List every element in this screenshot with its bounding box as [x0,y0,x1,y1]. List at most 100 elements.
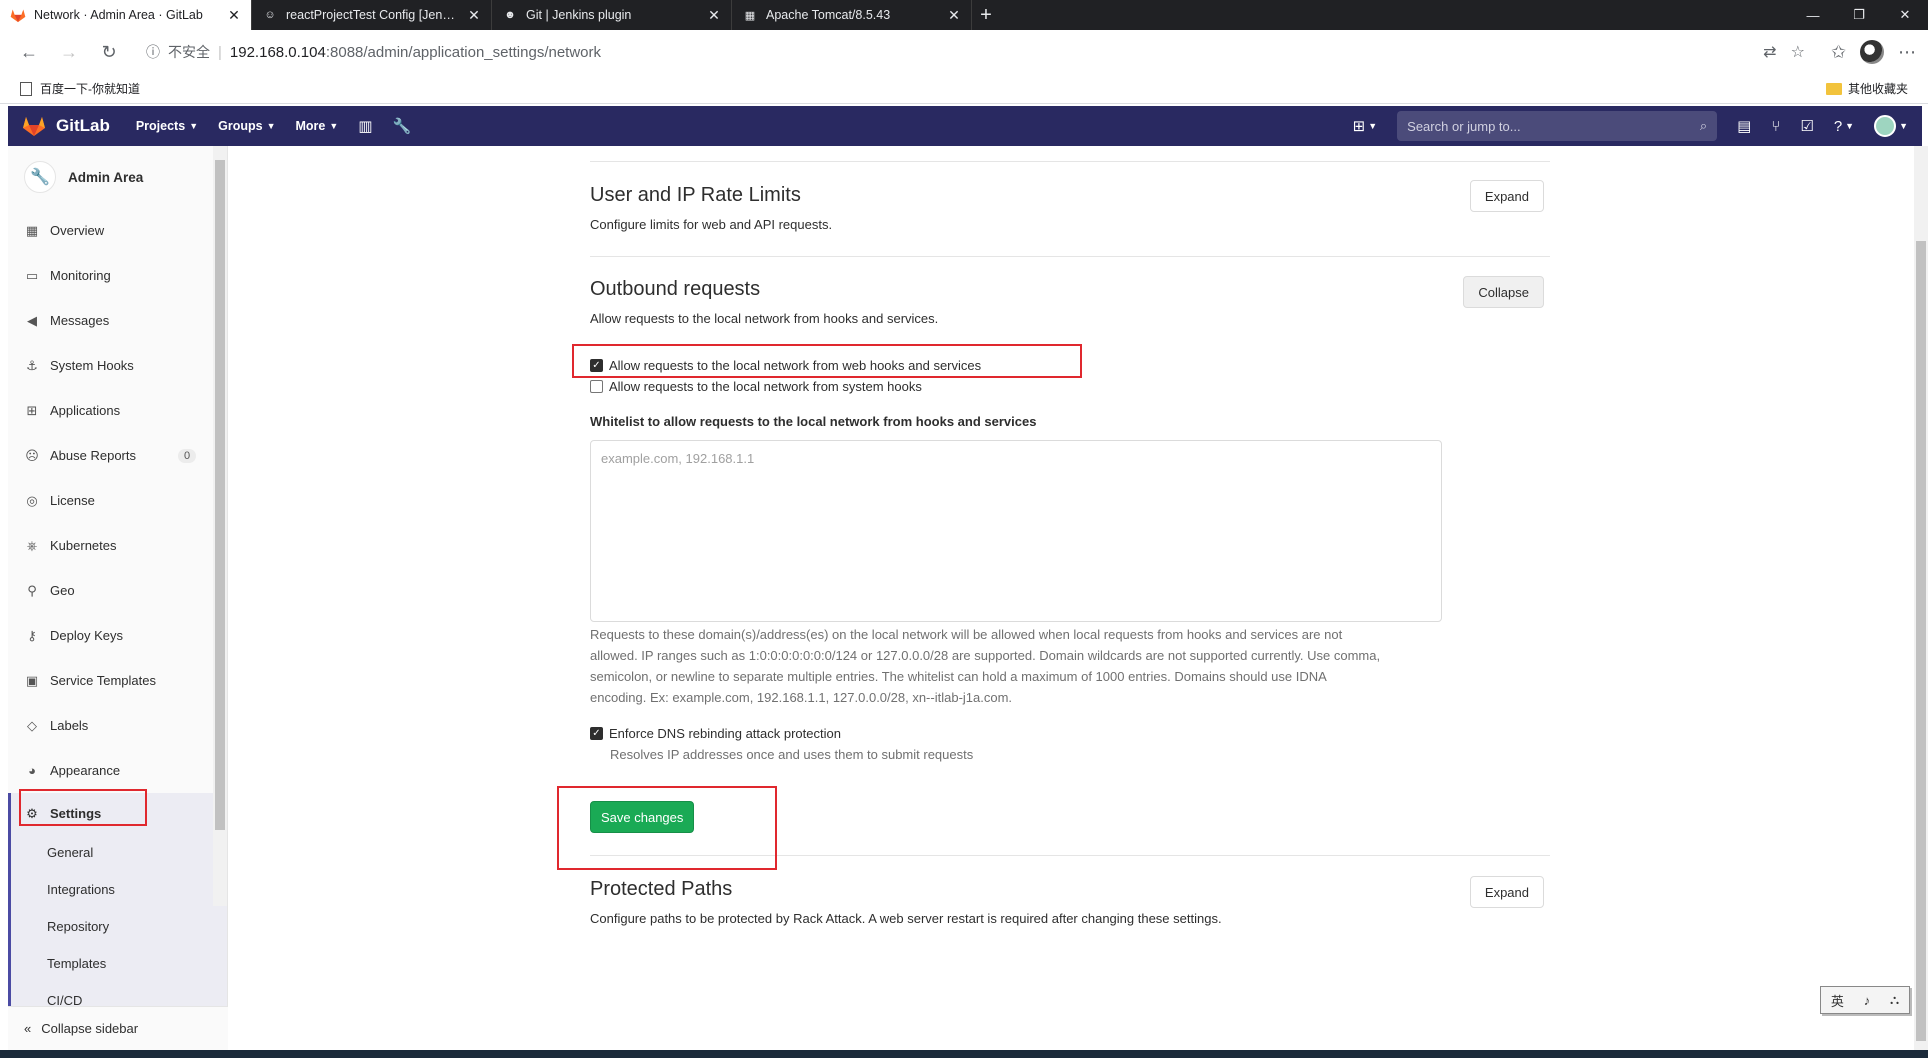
star-icon[interactable]: ☆ [1791,42,1805,62]
minimize-icon[interactable]: — [1790,0,1836,30]
collapse-sidebar-button[interactable]: « Collapse sidebar [8,1006,228,1050]
main-content: User and IP Rate Limits Configure limits… [228,146,1908,1050]
scrollbar-thumb[interactable] [1916,241,1926,1041]
collapse-button[interactable]: Collapse [1463,276,1544,308]
apps-icon: ⊞ [26,402,38,418]
ime-moon-icon[interactable]: ♪ [1864,993,1871,1008]
sidebar-item-messages[interactable]: ◀ Messages [8,298,227,343]
merge-requests-icon[interactable]: ⑂ [1771,118,1780,135]
browser-tab-tomcat[interactable]: ▦ Apache Tomcat/8.5.43 ✕ [732,0,972,30]
nav-more[interactable]: More ▼ [295,119,338,133]
bookmark-other-folder[interactable]: 其他收藏夹 [1825,80,1908,97]
tab-title: reactProjectTest Config [Jenkins] [286,8,459,22]
checkbox-label: Enforce DNS rebinding attack protection [609,726,841,741]
help-line: Requests to these domain(s)/address(es) … [590,627,1343,642]
sidebar-item-deploy-keys[interactable]: ⚷ Deploy Keys [8,613,227,658]
browser-tab-jenkins-plugin[interactable]: ☻ Git | Jenkins plugin ✕ [492,0,732,30]
new-tab-button[interactable]: + [972,0,1000,30]
sidebar-item-license[interactable]: ◎ License [8,478,227,523]
todos-icon[interactable]: ☑ [1800,117,1813,135]
sidebar-item-kubernetes[interactable]: ⎈ Kubernetes [8,523,227,568]
sidebar-item-label: Monitoring [50,268,111,283]
sidebar-item-label: Overview [50,223,105,238]
ime-settings-icon[interactable]: ⛬ [1890,992,1899,1008]
close-icon[interactable]: ✕ [467,7,481,24]
search-placeholder: Search or jump to... [1407,118,1521,134]
window-controls: — ❐ ✕ [1790,0,1928,30]
scrollbar-thumb[interactable] [215,160,225,830]
sidebar-scrollbar[interactable] [213,146,227,906]
sidebar-subitem-integrations[interactable]: Integrations [11,871,227,908]
top-nav: Projects ▼ Groups ▼ More ▼ ▥ 🔧 [136,117,411,135]
omnibox-actions: ⇄ ☆ [1763,42,1805,62]
sidebar-subitem-templates[interactable]: Templates [11,945,227,982]
info-icon[interactable]: ⓘ [146,42,160,62]
sidebar-item-applications[interactable]: ⊞ Applications [8,388,227,433]
browser-tab-jenkins-config[interactable]: ☺ reactProjectTest Config [Jenkins] ✕ [252,0,492,30]
sidebar-item-monitoring[interactable]: ▭ Monitoring [8,253,227,298]
section-divider [590,256,1550,257]
expand-button[interactable]: Expand [1469,876,1544,908]
annotation-box-save [557,786,777,870]
browser-tab-gitlab[interactable]: Network · Admin Area · GitLab ✕ [0,0,252,30]
issues-icon[interactable]: ▤ [1737,117,1751,135]
close-icon[interactable]: ✕ [947,7,961,24]
ime-language-label[interactable]: 英 [1831,991,1844,1010]
help-dropdown[interactable]: ? ▼ [1834,118,1854,135]
new-item-dropdown[interactable]: ⊞ ▼ [1353,117,1378,135]
nav-groups[interactable]: Groups ▼ [218,119,275,133]
close-icon[interactable]: ✕ [227,7,241,24]
sidebar-subitem-repository[interactable]: Repository [11,908,227,945]
gitlab-logo[interactable]: GitLab [22,115,110,137]
megaphone-icon: ◀ [27,312,37,328]
bookmark-baidu[interactable]: 百度一下-你就知道 [20,80,140,97]
admin-wrench-icon[interactable]: 🔧 [392,117,411,135]
close-window-icon[interactable]: ✕ [1882,0,1928,30]
activity-chart-icon[interactable]: ▥ [358,117,372,135]
sidebar-subitem-general[interactable]: General [11,834,227,871]
system-hooks-checkbox[interactable] [590,380,603,393]
ime-toolbar[interactable]: 英 ♪ ⛬ [1820,986,1910,1014]
url-field[interactable]: ⓘ 不安全 | 192.168.0.104:8088/admin/applica… [140,35,1757,69]
translate-icon[interactable]: ⇄ [1763,42,1776,62]
section-divider [590,161,1550,162]
checkbox-label: Allow requests to the local network from… [609,379,922,394]
dns-rebinding-checkbox[interactable]: ✓ [590,727,603,740]
whitelist-textarea[interactable]: example.com, 192.168.1.1 [590,440,1442,622]
sidebar-item-abuse-reports[interactable]: ☹ Abuse Reports 0 [8,433,227,478]
section-title: User and IP Rate Limits [590,184,801,206]
sidebar-context-header[interactable]: 🔧 Admin Area [8,146,227,208]
sidebar-item-label: Geo [50,583,75,598]
jenkins-plugin-icon: ☻ [504,9,516,21]
user-menu[interactable]: ▼ [1874,115,1908,137]
forward-icon[interactable]: → [52,35,86,69]
sidebar-item-geo[interactable]: ⚲ Geo [8,568,227,613]
kubernetes-icon: ⎈ [26,537,38,553]
section-outbound-requests: Outbound requests Allow requests to the … [590,276,1550,326]
reload-icon[interactable]: ↻ [92,35,126,69]
sidebar-item-labels[interactable]: ◇ Labels [8,703,227,748]
gitlab-fox-icon [23,117,45,136]
restore-icon[interactable]: ❐ [1836,0,1882,30]
collapse-label: Collapse sidebar [41,1021,139,1036]
search-input[interactable]: Search or jump to... ⌕ [1397,111,1718,141]
section-title: Outbound requests [590,278,761,300]
tomcat-icon: ▦ [744,9,756,22]
back-icon[interactable]: ← [12,35,46,69]
favorites-icon[interactable]: ✩ [1831,42,1846,63]
sidebar-item-system-hooks[interactable]: ⚓ System Hooks [8,343,227,388]
gitlab-fox-icon [10,7,26,23]
close-icon[interactable]: ✕ [707,7,721,24]
search-icon: ⌕ [1699,118,1708,133]
license-icon: ◎ [26,492,38,508]
page-scrollbar[interactable] [1914,146,1928,1050]
checkbox-row-dns[interactable]: ✓ Enforce DNS rebinding attack protectio… [590,726,841,741]
expand-button[interactable]: Expand [1469,180,1544,212]
sidebar-item-appearance[interactable]: ◕ Appearance [8,748,227,793]
nav-projects[interactable]: Projects ▼ [136,119,198,133]
sidebar-item-overview[interactable]: ▦ Overview [8,208,227,253]
sidebar-item-service-templates[interactable]: ▣ Service Templates [8,658,227,703]
profile-avatar-icon[interactable] [1860,40,1884,64]
more-menu-icon[interactable]: ⋯ [1898,42,1916,63]
checkbox-row-system-hooks[interactable]: Allow requests to the local network from… [590,379,922,394]
